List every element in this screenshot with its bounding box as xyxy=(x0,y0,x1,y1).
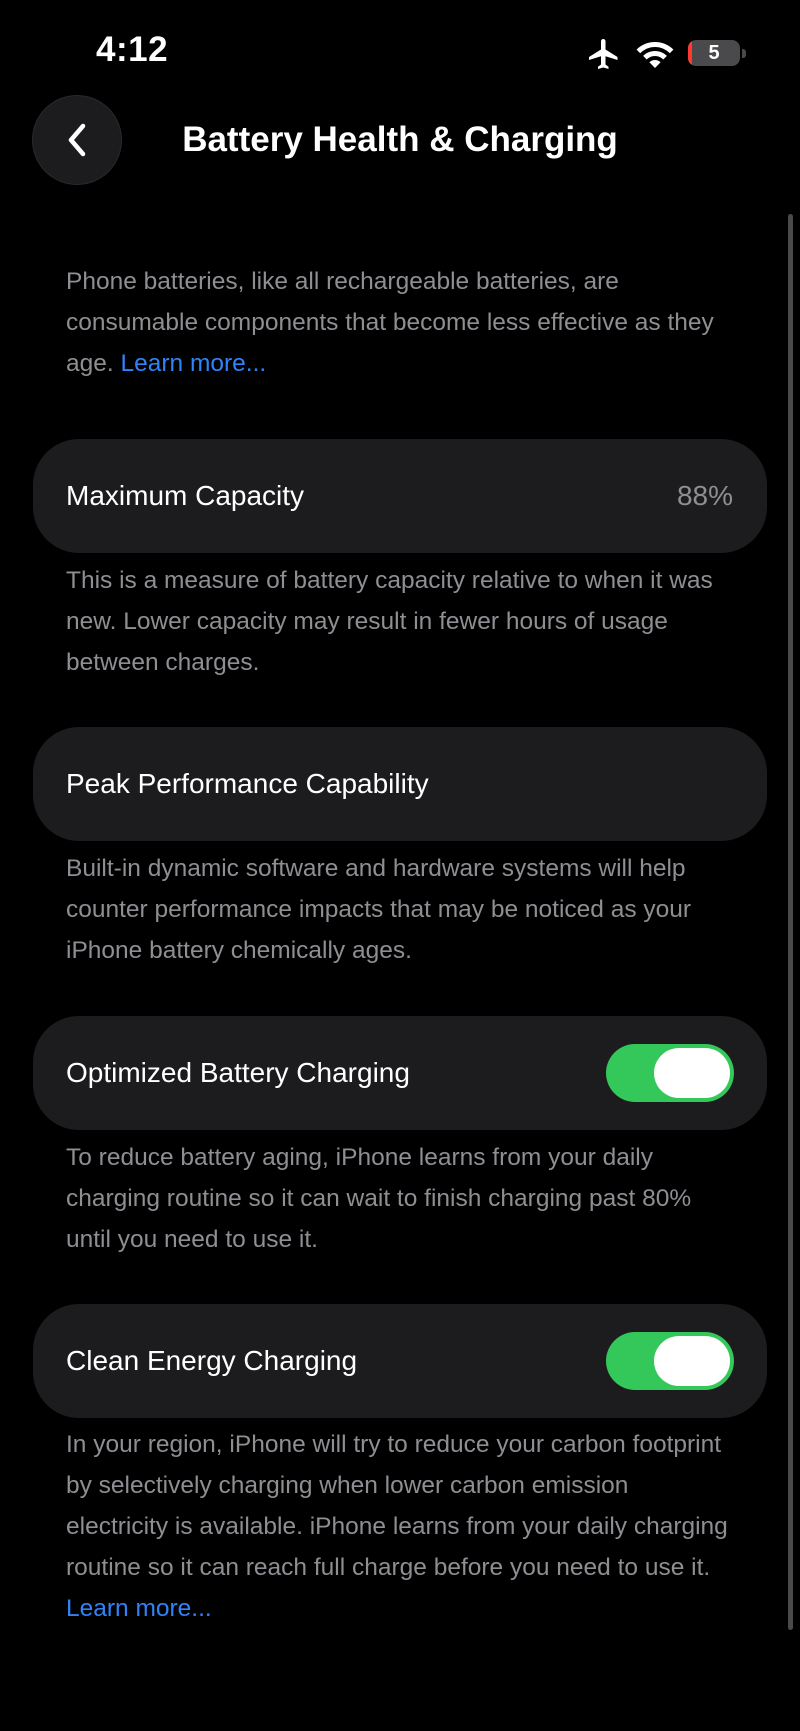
status-bar: 4:12 5 xyxy=(0,0,800,100)
back-button[interactable] xyxy=(33,96,121,184)
page-title: Battery Health & Charging xyxy=(182,120,618,159)
battery-level: 5 xyxy=(708,42,720,64)
optimized-charging-description: To reduce battery aging, iPhone learns f… xyxy=(66,1144,692,1253)
battery-cap xyxy=(742,49,746,58)
toggle-knob xyxy=(654,1048,730,1098)
wifi-icon xyxy=(636,38,674,68)
toggle-knob xyxy=(654,1336,730,1386)
battery-body: 5 xyxy=(688,40,740,66)
maximum-capacity-description: This is a measure of battery capacity re… xyxy=(66,567,713,676)
maximum-capacity-row: Maximum Capacity 88% xyxy=(33,439,767,553)
optimized-charging-row: Optimized Battery Charging xyxy=(33,1016,767,1130)
peak-performance-label: Peak Performance Capability xyxy=(66,768,429,799)
airplane-icon xyxy=(586,36,622,72)
chevron-left-icon xyxy=(68,123,86,157)
learn-more-link[interactable]: Learn more... xyxy=(121,350,267,377)
maximum-capacity-label: Maximum Capacity xyxy=(66,480,305,511)
peak-performance-row: Peak Performance Capability xyxy=(33,727,767,841)
clean-energy-row: Clean Energy Charging xyxy=(33,1304,767,1418)
maximum-capacity-value: 88% xyxy=(676,480,733,511)
nav-bar: Battery Health & Charging xyxy=(0,96,800,188)
clean-energy-text: In your region, iPhone will try to reduc… xyxy=(66,1431,728,1581)
optimized-charging-toggle[interactable] xyxy=(606,1044,734,1102)
clean-energy-label: Clean Energy Charging xyxy=(66,1345,358,1376)
optimized-charging-label: Optimized Battery Charging xyxy=(66,1057,410,1088)
battery-icon: 5 xyxy=(688,38,748,68)
scroll-indicator[interactable] xyxy=(788,214,793,1630)
status-time: 4:12 xyxy=(96,30,169,69)
peak-performance-description: Built-in dynamic software and hardware s… xyxy=(66,855,692,964)
learn-more-link[interactable]: Learn more... xyxy=(66,1595,212,1622)
intro-description: Phone batteries, like all rechargeable b… xyxy=(66,261,736,384)
clean-energy-description: In your region, iPhone will try to reduc… xyxy=(66,1424,736,1629)
clean-energy-toggle[interactable] xyxy=(606,1332,734,1390)
